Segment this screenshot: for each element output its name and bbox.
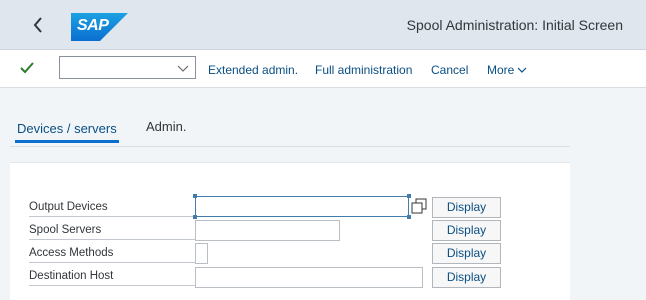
more-button[interactable]: More xyxy=(487,63,527,77)
output-devices-input[interactable] xyxy=(193,194,411,219)
sap-logo: SAP xyxy=(71,13,128,41)
execute-button[interactable] xyxy=(18,59,36,77)
checkmark-icon xyxy=(20,62,34,74)
extended-admin-button[interactable]: Extended admin. xyxy=(208,63,298,77)
form-row-spool-servers: Spool Servers xyxy=(29,218,195,240)
selection-form: Output Devices Display Spool Servers Dis… xyxy=(10,162,570,300)
output-devices-label: Output Devices xyxy=(29,201,108,213)
logo-text: SAP xyxy=(77,17,109,34)
cancel-button[interactable]: Cancel xyxy=(431,63,468,77)
page-title: Spool Administration: Initial Screen xyxy=(406,17,623,33)
spool-servers-label: Spool Servers xyxy=(29,224,102,236)
tab-admin[interactable]: Admin. xyxy=(146,119,186,134)
chevron-down-icon[interactable] xyxy=(177,62,189,74)
form-row-destination-host: Destination Host xyxy=(29,264,195,286)
value-help-icon[interactable] xyxy=(411,198,427,214)
toolbar: Extended admin. Full administration Canc… xyxy=(0,50,646,88)
chevron-down-icon xyxy=(517,67,527,73)
chevron-left-icon xyxy=(33,17,42,33)
display-spool-servers-button[interactable]: Display xyxy=(432,220,501,241)
more-label: More xyxy=(487,63,515,77)
tab-bar: Devices / servers Admin. xyxy=(10,119,570,147)
destination-host-input[interactable] xyxy=(195,267,423,288)
destination-host-label: Destination Host xyxy=(29,270,114,282)
form-row-access-methods: Access Methods xyxy=(29,241,195,263)
spool-servers-input[interactable] xyxy=(195,220,340,241)
back-button[interactable] xyxy=(27,14,49,36)
access-methods-input[interactable] xyxy=(195,243,208,264)
display-destination-host-button[interactable]: Display xyxy=(432,267,501,288)
display-output-devices-button[interactable]: Display xyxy=(432,197,501,218)
display-access-methods-button[interactable]: Display xyxy=(432,243,501,264)
full-administration-button[interactable]: Full administration xyxy=(315,63,412,77)
command-field[interactable] xyxy=(59,56,196,79)
tab-devices-servers[interactable]: Devices / servers xyxy=(15,121,119,143)
shell-header: SAP Spool Administration: Initial Screen xyxy=(0,0,646,50)
access-methods-label: Access Methods xyxy=(29,247,114,259)
form-row-output-devices: Output Devices xyxy=(29,195,195,217)
